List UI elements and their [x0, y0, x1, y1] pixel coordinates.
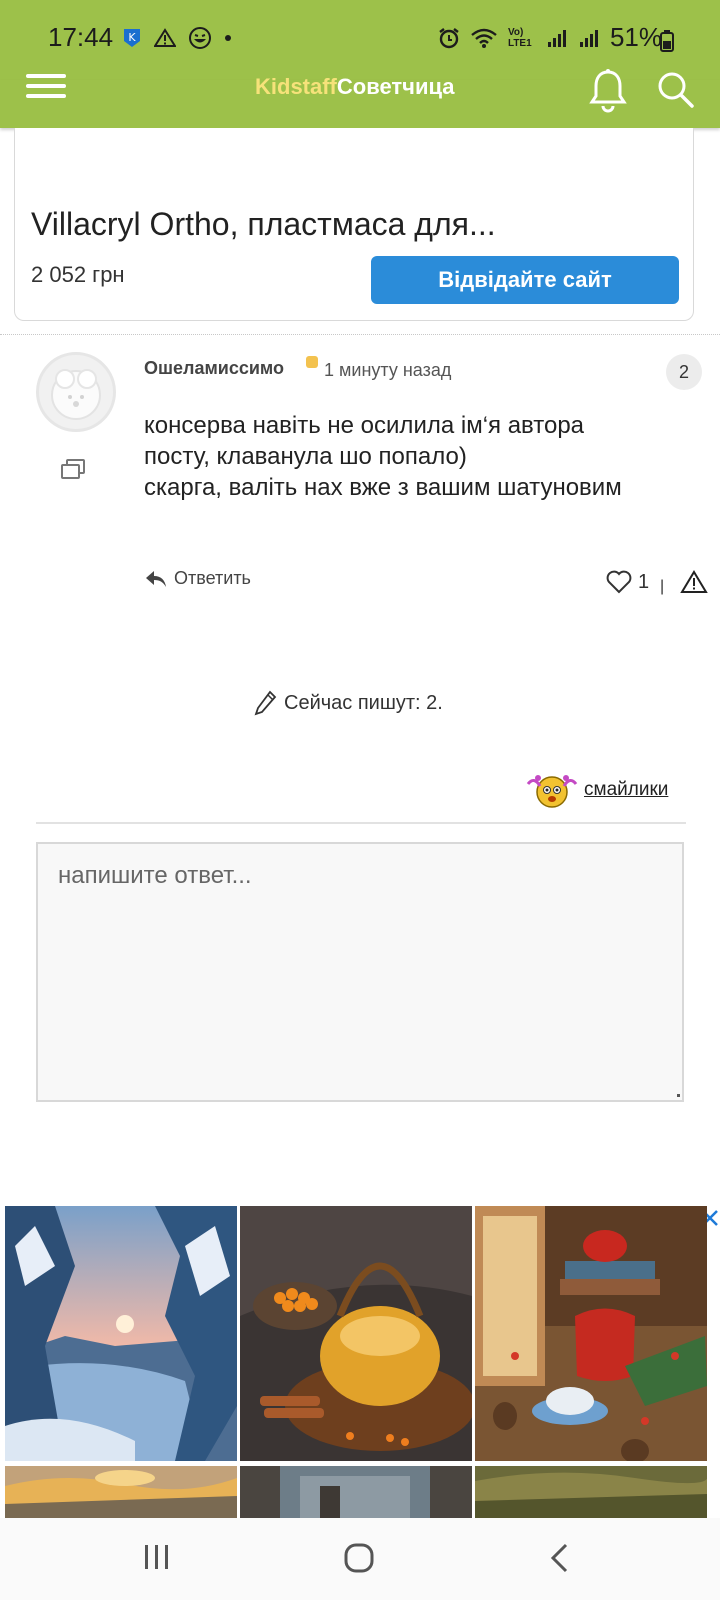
menu-icon[interactable] — [26, 74, 66, 114]
resize-handle[interactable] — [677, 1094, 680, 1097]
like-count: 1 — [638, 570, 650, 593]
holiday-still-life-painting — [475, 1206, 707, 1461]
logo-brand: Kidstaff — [255, 74, 337, 99]
divider — [36, 822, 686, 824]
svg-text:K: K — [128, 31, 136, 44]
sunset-painting — [5, 1466, 237, 1518]
avatar-image — [51, 369, 101, 420]
sponsored-ad-card[interactable]: Villacryl Ortho, пластмаса для... 2 052 … — [14, 128, 694, 321]
avatar[interactable] — [36, 352, 116, 432]
ad-tile-landscape[interactable] — [475, 1466, 707, 1518]
battery-icon — [660, 30, 674, 52]
ad-tile-holiday[interactable] — [475, 1206, 707, 1461]
typing-text: Сейчас пишут: 2. — [284, 691, 443, 714]
wifi-icon — [471, 28, 497, 48]
reply-textarea[interactable]: напишите ответ... — [36, 842, 684, 1102]
battery-percent: 51% — [609, 22, 662, 52]
ad-tile-sunset[interactable] — [5, 1466, 237, 1518]
reply-icon — [146, 570, 166, 587]
smileys-label: смайлики — [584, 779, 669, 800]
site-logo[interactable]: KidstaffСоветчица — [255, 74, 455, 100]
ad-tile-tea-kettle[interactable] — [240, 1206, 472, 1461]
post-author[interactable]: Ошеламиссимо — [144, 358, 284, 379]
back-icon[interactable] — [548, 1542, 572, 1574]
logo-text: Советчица — [336, 74, 455, 99]
post-text-line: посту, клаванула шо попало) — [144, 443, 467, 470]
typing-indicator: Сейчас пишут: 2. — [254, 690, 443, 716]
bell-icon[interactable] — [588, 68, 628, 114]
warning-report-icon[interactable] — [680, 570, 708, 594]
warning-icon — [154, 28, 176, 47]
action-divider: | — [660, 578, 665, 595]
reply-button[interactable]: Ответить — [144, 568, 251, 589]
like-button[interactable]: 1 — [606, 570, 649, 594]
dot-icon — [225, 35, 231, 41]
alarm-icon — [439, 27, 459, 48]
emoji-laugh-icon — [189, 27, 211, 49]
heart-icon — [606, 570, 632, 594]
post-body: консерва навіть не осилила ім‘я автора п… — [144, 410, 704, 503]
reply-label: Ответить — [174, 568, 251, 588]
tea-kettle-painting — [240, 1206, 472, 1461]
ad-price: 2 052 грн — [31, 262, 125, 287]
post-number[interactable]: 2 — [666, 354, 702, 390]
post-text-line: скарга, валіть нах вже з вашим шатуновим — [144, 474, 622, 501]
divider — [0, 334, 720, 335]
online-status-badge — [306, 356, 318, 368]
post-text-line: консерва навіть не осилила ім‘я автора — [144, 412, 585, 439]
reply-placeholder: напишите ответ... — [58, 862, 252, 889]
pencil-icon — [254, 690, 277, 716]
visit-site-button[interactable]: Відвідайте сайт — [371, 256, 679, 304]
app-header: KidstaffСоветчица — [0, 69, 720, 128]
landscape-painting — [475, 1466, 707, 1518]
ad-tile-village[interactable] — [240, 1466, 472, 1518]
status-system-icons: Vo) LTE1 51% — [438, 22, 662, 53]
winter-river-painting — [5, 1206, 237, 1461]
quote-icon[interactable] — [60, 458, 86, 482]
post-time: 1 минуту назад — [324, 360, 452, 380]
system-nav-bar — [0, 1518, 720, 1600]
status-notification-icons: K — [122, 26, 232, 50]
kyivstar-icon: K — [124, 29, 140, 47]
home-icon[interactable] — [343, 1542, 375, 1574]
ad-tile-winter-river[interactable] — [5, 1206, 237, 1461]
network-type-label: Vo) LTE1 — [507, 26, 532, 49]
smileys-link[interactable]: смайлики — [524, 770, 668, 810]
search-icon[interactable] — [656, 70, 696, 110]
smiley-icon — [526, 775, 578, 808]
status-time: 17:44 — [48, 22, 114, 52]
ad-title[interactable]: Villacryl Ortho, пластмаса для... — [31, 206, 496, 243]
signal-icon — [547, 29, 566, 47]
signal-icon-2 — [579, 29, 598, 47]
village-painting — [240, 1466, 472, 1518]
recent-apps-icon[interactable] — [142, 1542, 172, 1572]
